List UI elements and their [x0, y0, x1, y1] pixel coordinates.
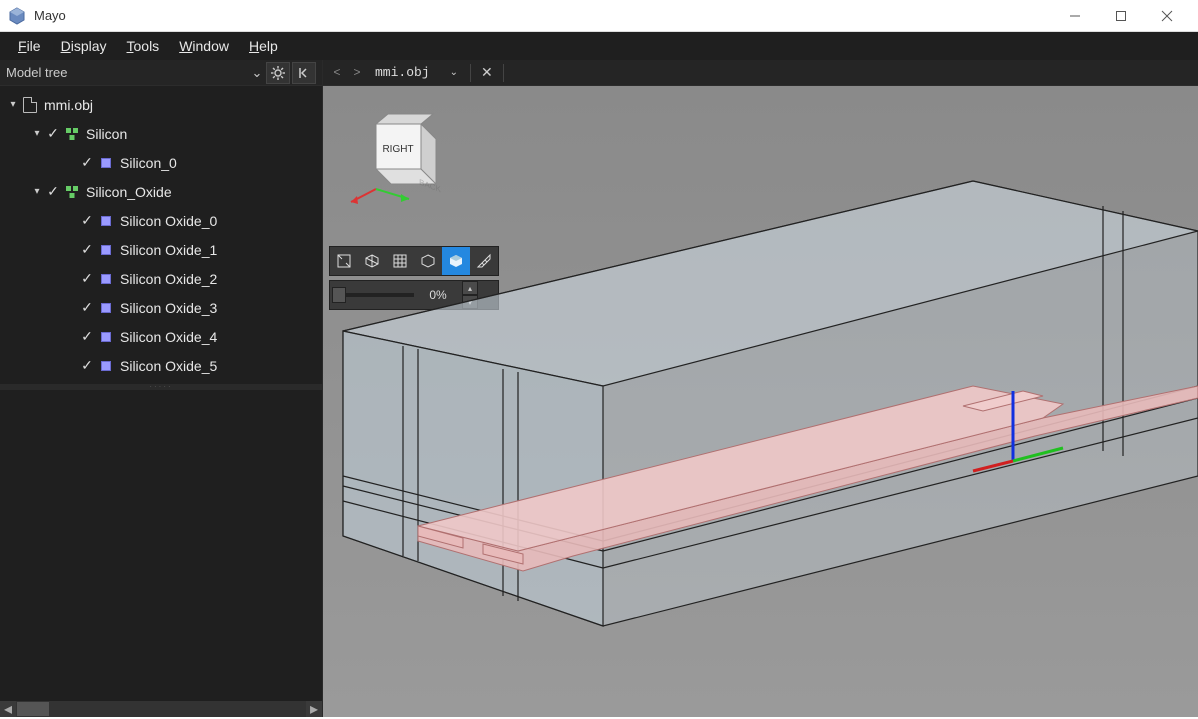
shape-icon [96, 158, 116, 168]
horizontal-scrollbar[interactable]: ◂ ▸ [0, 701, 322, 717]
visibility-check-icon[interactable]: ✓ [78, 241, 96, 258]
group-icon [62, 127, 82, 141]
tree-leaf-label: Silicon Oxide_3 [116, 300, 217, 316]
divider [470, 64, 471, 82]
tree-group[interactable]: ▾ ✓ Silicon_Oxide [0, 177, 322, 206]
title-bar: Mayo [0, 0, 1198, 32]
visibility-check-icon[interactable]: ✓ [78, 357, 96, 374]
model-tree: ▾ mmi.obj ▾ ✓ Silicon ✓ Silicon_0 ▾ ✓ [0, 86, 322, 384]
active-tab-label[interactable]: mmi.obj [367, 65, 450, 80]
scroll-left-icon[interactable]: ◂ [0, 701, 16, 717]
properties-panel [0, 390, 322, 701]
panel-dropdown-icon[interactable]: ⌄ [250, 65, 264, 81]
scroll-right-icon[interactable]: ▸ [306, 701, 322, 717]
scroll-thumb[interactable] [17, 702, 49, 716]
visibility-check-icon[interactable]: ✓ [44, 183, 62, 200]
3d-viewport[interactable]: RIGHT BACK [323, 86, 1198, 717]
minimize-button[interactable] [1052, 0, 1098, 32]
tab-dropdown-icon[interactable]: ⌄ [450, 67, 466, 78]
tree-leaf-label: Silicon Oxide_2 [116, 271, 217, 287]
visibility-check-icon[interactable]: ✓ [78, 299, 96, 316]
menu-bar: File Display Tools Window Help [0, 32, 1198, 60]
menu-tools[interactable]: Tools [117, 35, 170, 57]
tree-leaf[interactable]: ✓ Silicon Oxide_1 [0, 235, 322, 264]
group-icon [62, 185, 82, 199]
document-tab-bar: < > mmi.obj ⌄ ✕ [323, 60, 1198, 86]
tree-group-label: Silicon [82, 126, 127, 142]
tree-leaf[interactable]: ✓ Silicon Oxide_3 [0, 293, 322, 322]
visibility-check-icon[interactable]: ✓ [78, 328, 96, 345]
model-tree-header: Model tree ⌄ [0, 60, 322, 86]
file-icon [20, 97, 40, 113]
close-tab-button[interactable]: ✕ [475, 64, 499, 81]
tree-leaf[interactable]: ✓ Silicon Oxide_5 [0, 351, 322, 380]
scene [323, 86, 1198, 717]
visibility-check-icon[interactable]: ✓ [78, 154, 96, 171]
prev-tab-button[interactable]: < [327, 66, 347, 80]
viewer: < > mmi.obj ⌄ ✕ RIGHT BACK [323, 60, 1198, 717]
shape-icon [96, 274, 116, 284]
divider [503, 64, 504, 82]
expand-icon[interactable]: ▾ [30, 128, 44, 139]
expand-icon[interactable]: ▾ [6, 99, 20, 110]
tree-leaf[interactable]: ✓ Silicon Oxide_0 [0, 206, 322, 235]
expand-icon[interactable]: ▾ [30, 186, 44, 197]
sidebar: Model tree ⌄ ▾ mmi.obj ▾ ✓ Silicon [0, 60, 323, 717]
tree-leaf[interactable]: ✓ Silicon_0 [0, 148, 322, 177]
visibility-check-icon[interactable]: ✓ [78, 270, 96, 287]
tree-leaf-label: Silicon Oxide_5 [116, 358, 217, 374]
tree-leaf[interactable]: ✓ Silicon Oxide_2 [0, 264, 322, 293]
menu-help[interactable]: Help [239, 35, 288, 57]
settings-button[interactable] [266, 62, 290, 84]
tree-leaf-label: Silicon Oxide_0 [116, 213, 217, 229]
visibility-check-icon[interactable]: ✓ [78, 212, 96, 229]
shape-icon [96, 361, 116, 371]
tree-leaf[interactable]: ✓ Silicon Oxide_4 [0, 322, 322, 351]
shape-icon [96, 303, 116, 313]
shape-icon [96, 245, 116, 255]
close-button[interactable] [1144, 0, 1190, 32]
shape-icon [96, 332, 116, 342]
shape-icon [96, 216, 116, 226]
visibility-check-icon[interactable]: ✓ [44, 125, 62, 142]
menu-window[interactable]: Window [169, 35, 239, 57]
window-title: Mayo [34, 8, 66, 23]
collapse-panel-button[interactable] [292, 62, 316, 84]
tree-root-label: mmi.obj [40, 97, 93, 113]
tree-leaf-label: Silicon Oxide_4 [116, 329, 217, 345]
app-icon [8, 7, 26, 25]
tree-leaf-label: Silicon Oxide_1 [116, 242, 217, 258]
tree-group-label: Silicon_Oxide [82, 184, 172, 200]
menu-display[interactable]: Display [51, 35, 117, 57]
maximize-button[interactable] [1098, 0, 1144, 32]
tree-root[interactable]: ▾ mmi.obj [0, 90, 322, 119]
menu-file[interactable]: File [8, 35, 51, 57]
tree-leaf-label: Silicon_0 [116, 155, 177, 171]
next-tab-button[interactable]: > [347, 66, 367, 80]
model-tree-title: Model tree [6, 65, 250, 80]
tree-group[interactable]: ▾ ✓ Silicon [0, 119, 322, 148]
